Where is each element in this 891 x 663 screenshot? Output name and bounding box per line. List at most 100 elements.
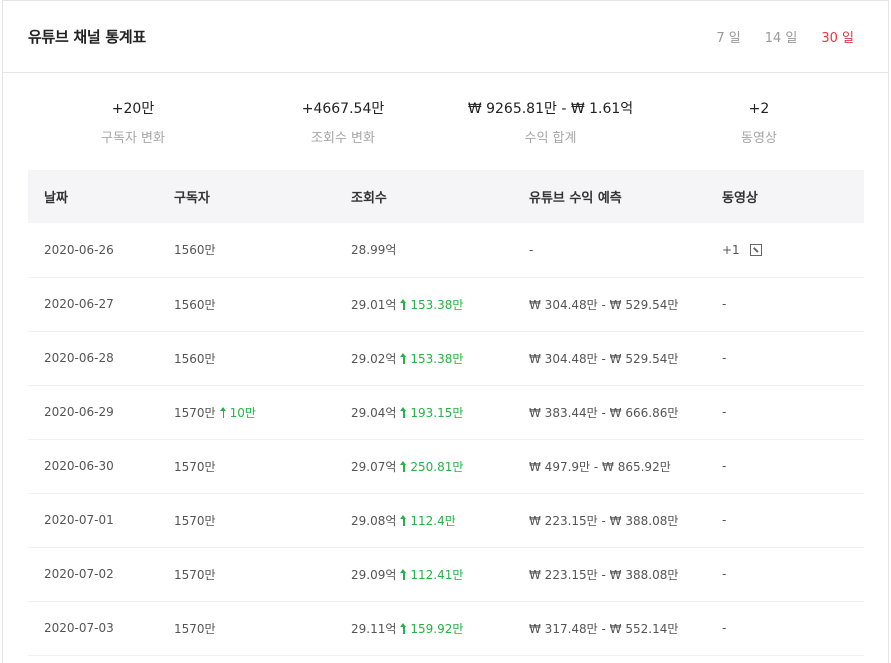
cell-views: 29.11억 159.92만	[335, 601, 513, 655]
summary-stats: +20만 구독자 변화 +4667.54만 조회수 변화 ₩ 9265.81만 …	[3, 73, 888, 170]
revenue-estimate: ₩ 223.15만 - ₩ 388.08만	[529, 567, 679, 582]
tab-7-days[interactable]: 7 일	[716, 27, 740, 46]
cell-date: 2020-07-02	[28, 547, 158, 601]
arrow-up-icon	[400, 298, 407, 310]
cell-subscribers: 1570만	[158, 601, 335, 655]
cell-videos: -	[706, 493, 864, 547]
cell-revenue: ₩ 317.48만 - ₩ 552.14만	[513, 601, 706, 655]
cell-revenue: -	[513, 223, 706, 277]
arrow-up-icon	[400, 406, 407, 418]
subscriber-delta: 10만	[219, 405, 256, 420]
cell-videos: -	[706, 439, 864, 493]
stat-label: 조회수 변화	[311, 131, 375, 146]
cell-date: 2020-06-27	[28, 277, 158, 331]
stats-table-wrapper: 날짜 구독자 조회수 유튜브 수익 예측 동영상 2020-06-26 1560만…	[3, 170, 888, 656]
cell-videos: +1	[706, 223, 864, 277]
subscriber-delta-value: 10만	[229, 405, 256, 420]
stat-label: 구독자 변화	[101, 131, 165, 146]
tab-14-days[interactable]: 14 일	[765, 27, 798, 46]
revenue-estimate: ₩ 317.48만 - ₩ 552.14만	[529, 621, 679, 636]
cell-views: 29.04억 193.15만	[335, 385, 513, 439]
stat-revenue-total: ₩ 9265.81만 - ₩ 1.61억 수익 합계	[448, 99, 653, 170]
stat-subscriber-change: +20만 구독자 변화	[28, 99, 238, 170]
arrow-up-icon	[400, 514, 407, 526]
table-row: 2020-06-29 1570만 10만 29.04억 193.15만 ₩ 383.44만…	[28, 385, 864, 439]
cell-subscribers: 1570만	[158, 547, 335, 601]
view-delta: 193.15만	[400, 406, 463, 420]
subscriber-count: 1560만	[174, 243, 216, 258]
stat-value: +20만	[111, 101, 155, 117]
date-text: 2020-07-02	[44, 567, 114, 581]
video-count: -	[722, 567, 727, 581]
cell-views: 29.07억 250.81만	[335, 439, 513, 493]
view-count: 29.11억	[351, 621, 397, 636]
cell-views: 29.02억 153.38만	[335, 331, 513, 385]
video-count: -	[722, 297, 727, 311]
view-count: 29.07억	[351, 459, 397, 474]
cell-views: 29.09억 112.41만	[335, 547, 513, 601]
view-delta-value: 112.41만	[410, 567, 464, 582]
date-text: 2020-06-27	[44, 297, 114, 311]
column-header-revenue: 유튜브 수익 예측	[529, 191, 622, 206]
cell-date: 2020-07-01	[28, 493, 158, 547]
date-text: 2020-06-26	[44, 242, 114, 257]
view-delta: 250.81만	[400, 460, 463, 474]
table-row: 2020-06-26 1560만 28.99억 - +1	[28, 223, 864, 277]
revenue-estimate: ₩ 383.44만 - ₩ 666.86만	[529, 405, 679, 420]
view-delta-value: 153.38만	[410, 297, 464, 312]
table-row: 2020-06-27 1560만 29.01억 153.38만 ₩ 304.48만 - …	[28, 277, 864, 331]
stat-videos: +2 동영상	[653, 99, 865, 170]
cell-subscribers: 1560만	[158, 331, 335, 385]
revenue-estimate: -	[529, 242, 534, 257]
view-count: 29.09억	[351, 567, 397, 582]
subscriber-count: 1570만	[174, 459, 216, 474]
cell-revenue: ₩ 304.48만 - ₩ 529.54만	[513, 277, 706, 331]
date-text: 2020-06-29	[44, 405, 114, 419]
cell-subscribers: 1560만	[158, 223, 335, 277]
cell-revenue: ₩ 497.9만 - ₩ 865.92만	[513, 439, 706, 493]
cell-videos: -	[706, 277, 864, 331]
view-delta: 153.38만	[400, 298, 463, 312]
table-row: 2020-07-01 1570만 29.08억 112.4만 ₩ 223.15만 - ₩…	[28, 493, 864, 547]
subscriber-count: 1560만	[174, 351, 216, 366]
cell-subscribers: 1560만	[158, 277, 335, 331]
cell-date: 2020-06-26	[28, 223, 158, 277]
cell-date: 2020-07-03	[28, 601, 158, 655]
subscriber-count: 1570만	[174, 405, 216, 420]
view-delta: 112.4만	[400, 514, 456, 528]
revenue-estimate: ₩ 223.15만 - ₩ 388.08만	[529, 513, 679, 528]
external-link-icon[interactable]	[749, 243, 762, 256]
arrow-up-icon	[400, 568, 407, 580]
date-text: 2020-06-28	[44, 351, 114, 365]
subscriber-count: 1570만	[174, 513, 216, 528]
page-title: 유튜브 채널 통계표	[28, 28, 146, 46]
stats-table: 날짜 구독자 조회수 유튜브 수익 예측 동영상 2020-06-26 1560만…	[28, 170, 864, 656]
view-count: 29.02억	[351, 351, 397, 366]
subscriber-count: 1560만	[174, 297, 216, 312]
date-text: 2020-06-30	[44, 459, 114, 473]
view-count: 29.08억	[351, 513, 397, 528]
channel-stats-card: 유튜브 채널 통계표 7 일 14 일 30 일 +20만 구독자 변화 +46…	[2, 0, 889, 663]
video-count: +1	[722, 242, 740, 257]
cell-videos: -	[706, 547, 864, 601]
table-row: 2020-06-30 1570만 29.07억 250.81만 ₩ 497.9만 - ₩…	[28, 439, 864, 493]
view-count: 29.01억	[351, 297, 397, 312]
cell-subscribers: 1570만 10만	[158, 385, 335, 439]
table-body: 2020-06-26 1560만 28.99억 - +1 2020-06-27 1560만 2…	[28, 223, 864, 655]
cell-subscribers: 1570만	[158, 493, 335, 547]
column-header-subscribers: 구독자	[174, 191, 210, 206]
table-row: 2020-07-02 1570만 29.09억 112.41만 ₩ 223.15만 - …	[28, 547, 864, 601]
stat-view-change: +4667.54만 조회수 변화	[238, 99, 448, 170]
revenue-estimate: ₩ 497.9만 - ₩ 865.92만	[529, 459, 671, 474]
cell-views: 29.01억 153.38만	[335, 277, 513, 331]
cell-date: 2020-06-28	[28, 331, 158, 385]
stat-value: +4667.54만	[301, 101, 385, 117]
subscriber-count: 1570만	[174, 621, 216, 636]
cell-revenue: ₩ 223.15만 - ₩ 388.08만	[513, 547, 706, 601]
video-count: -	[722, 513, 727, 527]
cell-views: 28.99억	[335, 223, 513, 277]
table-row: 2020-06-28 1560만 29.02억 153.38만 ₩ 304.48만 - …	[28, 331, 864, 385]
tab-30-days[interactable]: 30 일	[821, 27, 854, 46]
column-header-videos: 동영상	[722, 191, 758, 206]
column-header-views: 조회수	[351, 191, 387, 206]
